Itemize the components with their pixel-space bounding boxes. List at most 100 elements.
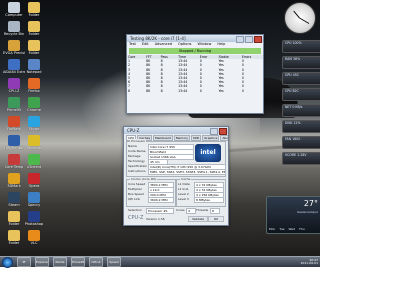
table-cell: 0: [241, 88, 244, 93]
core-speed-label: Core Speed: [128, 182, 146, 186]
taskbar-button[interactable]: Speed: [107, 257, 121, 267]
technology-label: Technology: [128, 159, 145, 163]
l1i-label: L1 Inst.: [178, 187, 190, 191]
maximize-button[interactable]: [245, 36, 253, 43]
taskbar-items: IE Explorer Media Prime95 CPU-Z Speed: [13, 257, 121, 267]
ok-button[interactable]: OK: [208, 216, 224, 222]
weather-temperature: 27°: [303, 199, 318, 208]
app-icon: [28, 78, 40, 89]
app-icon: [28, 211, 40, 222]
app-icon: [28, 59, 40, 70]
weather-gadget[interactable]: 27° Kuala Lumpur Mon Tue Wed Thu: [266, 196, 320, 234]
l3-label: Level 3: [178, 197, 189, 201]
desktop-icon-label: Opera: [28, 184, 40, 188]
start-button[interactable]: [2, 256, 13, 268]
app-icon: [8, 59, 20, 70]
threads-field: 8: [210, 208, 220, 214]
selection-dropdown[interactable]: Processor #1: [146, 208, 174, 214]
desktop-icon-label: Folder: [8, 241, 20, 245]
taskbar-button[interactable]: Explorer: [35, 257, 49, 267]
meter-gadget[interactable]: CPU 100%: [282, 40, 320, 53]
table-cell: 13:44: [178, 88, 188, 93]
menu-item[interactable]: Window: [198, 42, 212, 47]
forecast-day: Wed: [288, 227, 295, 231]
minimize-button[interactable]: [236, 36, 244, 43]
instructions-field: MMX, SSE, SSE2, SSE3, SSSE3, SSE4.1, SSE…: [148, 169, 226, 175]
desktop-icon-label: Folder: [28, 32, 40, 36]
clocks-group-title: Clocks (Core #0): [130, 177, 158, 181]
cores-label: Cores: [176, 208, 185, 212]
cpuz-titlebar[interactable]: CPU-Z: [124, 127, 228, 135]
desktop-icon-label: Notepad: [26, 70, 42, 74]
prime95-titlebar[interactable]: Testing 8K/2K - core i7 [1-4]: [127, 35, 263, 43]
desktop-icon-label: AIDA64 Extreme: [3, 70, 25, 74]
app-icon: [28, 192, 40, 203]
app-icon: [8, 192, 20, 203]
table-row: 8 8K 8 13:44 0 Yes 0: [127, 89, 263, 93]
app-icon: [28, 21, 40, 32]
cpuz-brand: CPU-Z: [128, 215, 144, 221]
desktop-icon-label: Steam: [8, 203, 20, 207]
meter-gadget[interactable]: RAM 38%: [282, 56, 320, 69]
weather-location: Kuala Lumpur: [297, 210, 318, 214]
close-button[interactable]: [254, 36, 262, 43]
package-label: Package: [128, 154, 141, 158]
selection-label: Selection: [128, 208, 142, 212]
app-icon: [8, 116, 20, 127]
menu-item[interactable]: Advanced: [155, 42, 172, 47]
app-icon: [8, 2, 20, 13]
cpuz-title: CPU-Z: [127, 128, 140, 133]
meter-gadget[interactable]: CPU 62C: [282, 88, 320, 101]
meter-gadget[interactable]: VCORE 1.28V: [282, 152, 320, 165]
desktop-icon[interactable]: VLC: [23, 230, 45, 252]
desktop-background: Computer Recycle Bin EVGA Precision AIDA64 …: [0, 0, 320, 256]
app-icon: [28, 116, 40, 127]
taskbar-button[interactable]: Prime95: [71, 257, 85, 267]
threads-label: Threads: [196, 208, 209, 212]
app-icon: [8, 173, 20, 184]
app-icon: [28, 173, 40, 184]
meter-gadget[interactable]: NET 0 KB/s: [282, 104, 320, 117]
app-icon: [8, 40, 20, 51]
menu-item[interactable]: Options: [178, 42, 192, 47]
clock-gadget[interactable]: [284, 2, 316, 34]
cores-field: 4: [186, 208, 196, 214]
app-icon: [28, 135, 40, 146]
cpuz-window[interactable]: CPU-Z CPU Caches Mainboard Memory SPD Graphic…: [123, 126, 229, 226]
app-icon: [28, 2, 40, 13]
cpuz-version: Version 1.56: [146, 217, 165, 221]
taskbar-button[interactable]: Media: [53, 257, 67, 267]
taskbar-button[interactable]: IE: [17, 257, 31, 267]
taskbar-button[interactable]: CPU-Z: [89, 257, 103, 267]
app-icon: [28, 230, 40, 241]
qpi-label: QPI Link: [128, 197, 141, 201]
desktop-icon-label: 3DMark: [7, 184, 21, 188]
desktop-icon-label: Folder: [28, 13, 40, 17]
app-icon: [8, 21, 20, 32]
desktop-icon-label: EVGA Precision: [3, 51, 25, 55]
desktop-icon[interactable]: Folder: [3, 230, 25, 252]
prime95-window[interactable]: Testing 8K/2K - core i7 [1-4] Test Edit Ad…: [126, 34, 264, 114]
validate-button[interactable]: Validate: [188, 216, 208, 222]
desktop-icon-label: VLC: [30, 241, 38, 245]
forecast-day: Thu: [299, 227, 305, 231]
prime95-results-table: Core FFT Pass Time Error Stable Errors 1 8K 8 13:…: [127, 55, 263, 93]
app-icon: [8, 135, 20, 146]
close-button[interactable]: [219, 128, 227, 135]
menu-item[interactable]: Edit: [142, 42, 149, 47]
minimize-button[interactable]: [210, 128, 218, 135]
prime95-title: Testing 8K/2K - core i7 [1-4]: [130, 36, 186, 41]
desktop-icon-label: Skype: [28, 127, 40, 131]
menu-item[interactable]: Help: [217, 42, 225, 47]
desktop-icon-label: CPU-Z: [8, 89, 20, 93]
meter-gadget[interactable]: FAN 1800: [282, 136, 320, 149]
menu-item[interactable]: Test: [129, 42, 136, 47]
codename-label: Code Name: [128, 149, 146, 153]
meter-gadget[interactable]: DISK 12%: [282, 120, 320, 133]
meter-gadget[interactable]: GPU 45C: [282, 72, 320, 85]
table-cell: Yes: [218, 88, 224, 93]
desktop-icon-label: Recycle Bin: [3, 32, 25, 36]
app-icon: [8, 211, 20, 222]
desktop-icon-label: HWMonitor: [4, 146, 24, 150]
app-icon: [8, 78, 20, 89]
